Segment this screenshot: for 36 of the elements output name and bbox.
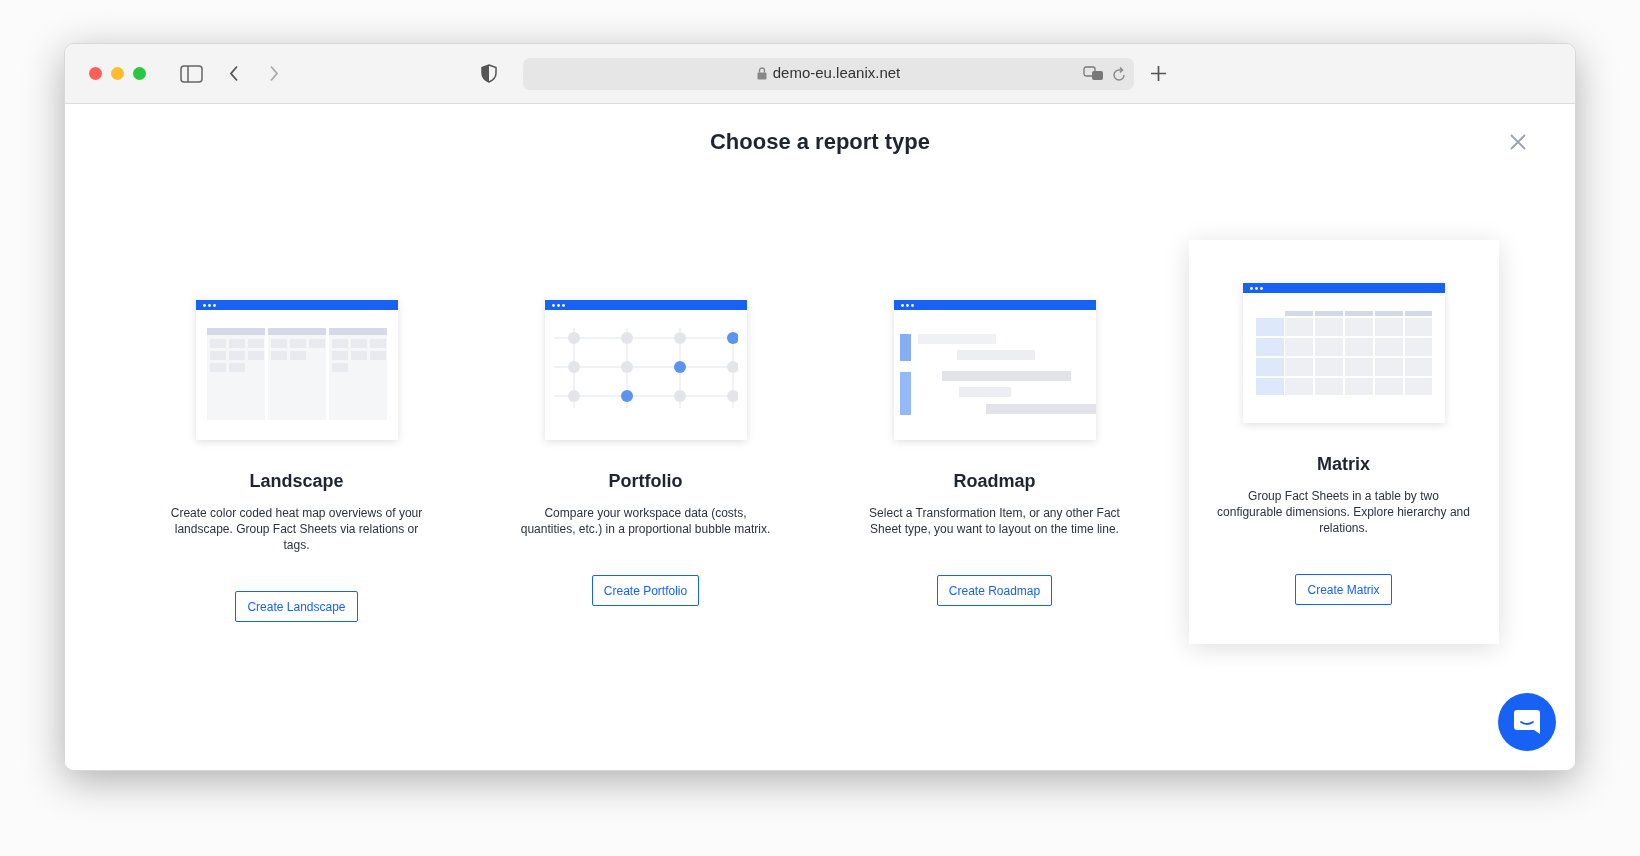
close-icon[interactable] <box>1510 134 1526 150</box>
dots-icon <box>900 303 914 307</box>
dialog-title: Choose a report type <box>709 128 930 156</box>
report-title: Landscape <box>249 470 344 493</box>
dots-icon <box>1249 286 1263 290</box>
report-title: Matrix <box>1317 453 1370 476</box>
report-card[interactable]: Landscape Create color coded heat map overviews of your landscape. Group Fact Sheets via relations or tags. Create Landscape <box>141 240 452 644</box>
report-card[interactable]: Roadmap Select a Transformation Item, or any other Fact Sheet type, you want to layout on the time line. Create Roadmap <box>839 240 1150 644</box>
dots-icon <box>202 303 216 307</box>
report-description: Create color coded heat map overviews of your landscape. Group Fact Sheets via relations or tags. <box>169 505 424 553</box>
reload-icon[interactable] <box>1112 65 1126 82</box>
sidebar-icon[interactable] <box>180 64 203 83</box>
report-description: Select a Transformation Item, or any other Fact Sheet type, you want to layout on the time line. <box>868 505 1121 537</box>
back-icon[interactable] <box>229 65 239 82</box>
address-bar[interactable]: demo-eu.leanix.net <box>523 57 1134 90</box>
translate-icon[interactable] <box>1083 65 1104 82</box>
forward-icon[interactable] <box>269 65 279 82</box>
create-report-button[interactable]: Create Portfolio <box>591 575 700 606</box>
report-description: Group Fact Sheets in a table by two configurable dimensions. Explore hierarchy and relations. <box>1216 488 1471 536</box>
create-report-button[interactable]: Create Landscape <box>235 591 358 622</box>
report-title: Portfolio <box>608 470 683 493</box>
report-title: Roadmap <box>953 470 1036 493</box>
new-tab-icon[interactable] <box>1150 65 1167 82</box>
report-description: Compare your workspace data (costs, quantities, etc.) in a proportional bubble matrix. <box>519 505 772 537</box>
lock-icon <box>756 67 767 80</box>
chat-button[interactable] <box>1498 693 1556 751</box>
report-card[interactable]: Portfolio Compare your workspace data (costs, quantities, etc.) in a proportional bubble matrix. Create Portfolio <box>490 240 801 644</box>
shield-icon[interactable] <box>481 64 497 83</box>
create-report-button[interactable]: Create Roadmap <box>936 575 1053 606</box>
chat-icon <box>1513 709 1541 735</box>
maximize-window-icon[interactable] <box>133 67 146 80</box>
create-report-button[interactable]: Create Matrix <box>1295 574 1392 605</box>
url-text: demo-eu.leanix.net <box>772 63 901 84</box>
dots-icon <box>551 303 565 307</box>
close-window-icon[interactable] <box>89 67 102 80</box>
report-card[interactable]: Matrix Group Fact Sheets in a table by two configurable dimensions. Explore hierarchy and relations. Create Matrix <box>1188 240 1499 644</box>
